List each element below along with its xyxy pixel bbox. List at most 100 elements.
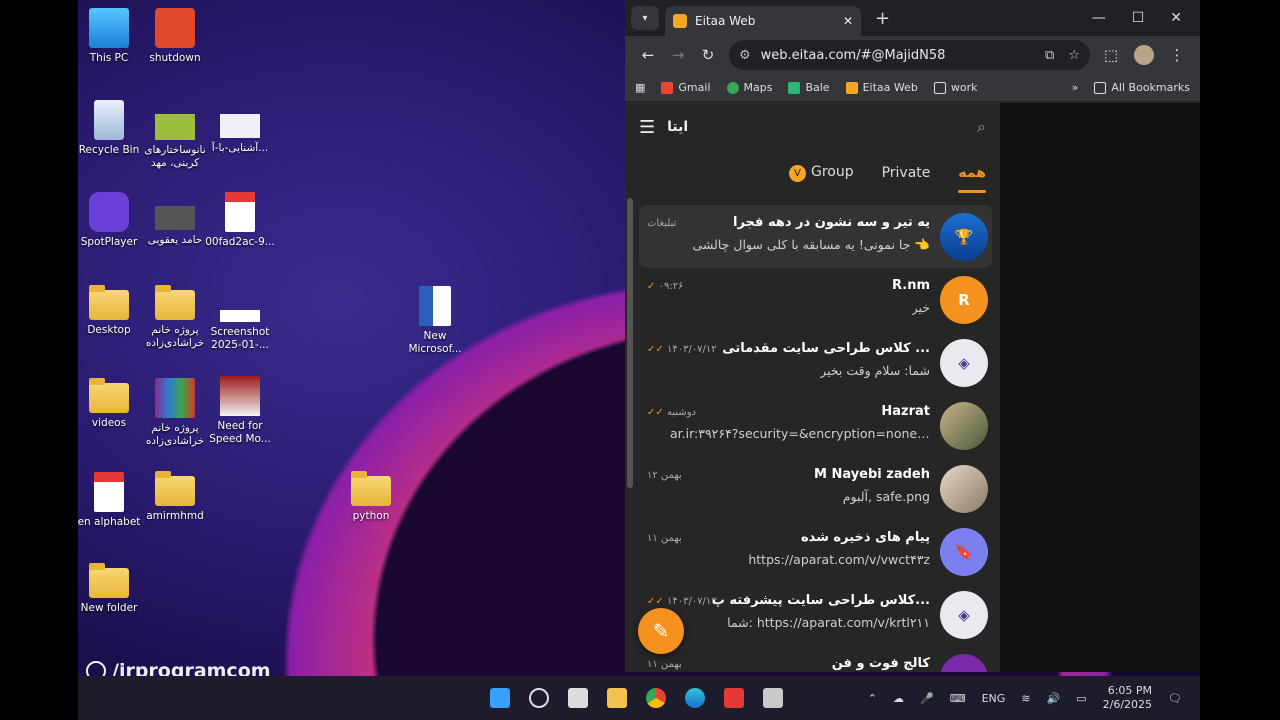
chat-name: کالج فوت و فن xyxy=(831,656,930,671)
language-indicator[interactable]: ENG xyxy=(982,692,1006,705)
all-bookmarks-button[interactable]: All Bookmarks xyxy=(1094,81,1190,94)
desktop-icon-python[interactable]: python xyxy=(334,471,408,523)
start-windows-icon[interactable] xyxy=(490,688,510,708)
chrome-icon[interactable] xyxy=(646,688,666,708)
chat-meta: ۱۱ بهمن xyxy=(647,659,682,670)
desktop-icon-nfs[interactable]: Need for Speed Mo... xyxy=(203,376,277,446)
app-header: ☰ ایتا ⌕ xyxy=(625,103,1000,151)
chat-name: کلاس طراحی سایت پیشرفته پ... xyxy=(711,593,930,608)
desktop-icon-pdf[interactable]: 00fad2ac-9... xyxy=(203,192,277,249)
folder-icon xyxy=(89,285,129,320)
desktop-icon-desktop-folder[interactable]: Desktop xyxy=(78,285,146,337)
bookmark-maps[interactable]: Maps xyxy=(726,81,772,94)
forward-icon[interactable]: → xyxy=(663,46,693,64)
keyboard-icon[interactable]: ⌨ xyxy=(950,692,966,705)
bookmark-star-icon[interactable]: ☆ xyxy=(1068,48,1080,63)
chat-row[interactable]: ✓✓ دوشنبه Hazrat ar.ir:۳۹۲۶۴?security=&e… xyxy=(639,394,992,457)
scrollbar[interactable] xyxy=(627,198,633,488)
pdf-icon xyxy=(225,192,255,232)
desktop-icon-label: پروژه خانم خراشادی‌زاده xyxy=(145,422,205,447)
menu-kebab-icon[interactable]: ⋮ xyxy=(1162,46,1192,64)
desktop-icon-word-doc[interactable]: New Microsof... xyxy=(398,286,472,356)
bookmark-label: Gmail xyxy=(678,81,711,94)
task-view-icon[interactable] xyxy=(568,688,588,708)
desktop-icon-image[interactable]: آشنایی-با-آ... xyxy=(203,114,277,155)
desktop-icon-en-alphabet[interactable]: en alphabet xyxy=(78,472,146,529)
desktop-icon-label: New Microsof... xyxy=(408,330,462,355)
chat-row[interactable]: ✓ ۰۹:۲۶ R.nm خیر R xyxy=(639,268,992,331)
double-check-icon: ✓✓ xyxy=(647,596,664,607)
bookmark-label: All Bookmarks xyxy=(1111,81,1190,94)
tab-group[interactable]: V Group xyxy=(788,160,854,186)
bale-icon xyxy=(788,81,801,94)
desktop-icon-this-pc[interactable]: This PC xyxy=(78,8,146,65)
apps-grid-icon[interactable]: ▦ xyxy=(635,81,645,94)
chat-name: M Nayebi zadeh xyxy=(813,467,930,482)
minimize-icon[interactable]: — xyxy=(1092,10,1106,26)
desktop-icon-screenshot[interactable]: Screenshot 2025-01-... xyxy=(203,300,277,352)
back-icon[interactable]: ← xyxy=(633,46,663,64)
trophy-avatar: 🏆 xyxy=(940,212,988,261)
search-icon[interactable] xyxy=(529,688,549,708)
tab-all[interactable]: همه xyxy=(958,161,986,193)
bookmark-work[interactable]: work xyxy=(933,81,977,94)
chat-meta: ✓✓ دوشنبه xyxy=(647,407,696,418)
tab-private[interactable]: Private xyxy=(882,161,931,185)
close-tab-icon[interactable]: ✕ xyxy=(843,14,853,28)
desktop-icon-label: Recycle Bin xyxy=(78,144,140,156)
hamburger-menu-icon[interactable]: ☰ xyxy=(639,117,655,138)
volume-icon[interactable]: 🔊 xyxy=(1047,692,1061,705)
desktop-icon-recycle-bin[interactable]: Recycle Bin xyxy=(78,100,146,157)
compose-button[interactable]: ✎ xyxy=(638,608,684,654)
desktop-icon-videos[interactable]: videos xyxy=(78,378,146,430)
battery-icon[interactable]: ▭ xyxy=(1076,692,1086,705)
game-icon xyxy=(220,376,260,416)
desktop-icon-new-folder[interactable]: New folder xyxy=(78,563,146,615)
chat-name: پیام های ذخیره شده xyxy=(800,530,930,545)
more-bookmarks-icon[interactable]: » xyxy=(1072,81,1079,94)
site-info-icon[interactable]: ⚙ xyxy=(739,48,751,63)
desktop-icon-amirmhmd[interactable]: amirmhmd xyxy=(138,471,212,523)
edge-icon[interactable] xyxy=(685,688,705,708)
desktop-icon-shutdown[interactable]: shutdown xyxy=(138,8,212,65)
chat-row[interactable]: ✓✓ ۱۴۰۳/۰۷/۱۲ کلاس طراحی سایت مقدماتی ..… xyxy=(639,331,992,394)
desktop-icon-spotplayer[interactable]: SpotPlayer xyxy=(78,192,146,249)
channel-avatar xyxy=(940,653,988,672)
close-window-icon[interactable]: ✕ xyxy=(1170,10,1182,26)
bookmark-bale[interactable]: Bale xyxy=(788,81,830,94)
wifi-icon[interactable]: ≋ xyxy=(1021,692,1030,705)
file-explorer-icon[interactable] xyxy=(607,688,627,708)
clock-date: 2/6/2025 xyxy=(1102,698,1153,711)
chevron-up-icon[interactable]: ⌃ xyxy=(868,692,877,705)
notification-icon[interactable]: 🗨 xyxy=(1168,692,1182,705)
acrobat-icon[interactable] xyxy=(724,688,744,708)
desktop-icon-pptx[interactable]: نانوساختارهای کربنی، مهد xyxy=(138,114,212,170)
desktop-icon-hamed[interactable]: حامد یعقوبی xyxy=(138,206,212,247)
bookmark-eitaa[interactable]: Eitaa Web xyxy=(845,81,918,94)
extensions-icon[interactable]: ⬚ xyxy=(1096,46,1126,64)
chat-row[interactable]: ۱۱ بهمن کالج فوت و فن xyxy=(639,646,992,672)
desktop-icon-label: حامد یعقوبی xyxy=(147,234,203,246)
microphone-icon[interactable]: 🎤 xyxy=(920,692,934,705)
cloud-icon[interactable]: ☁ xyxy=(893,692,904,705)
clock[interactable]: 6:05 PM 2/6/2025 xyxy=(1103,684,1152,712)
profile-avatar[interactable] xyxy=(1134,45,1154,65)
desktop-icon-rar[interactable]: پروژه خانم خراشادی‌زاده xyxy=(138,378,212,448)
new-tab-button[interactable]: + xyxy=(875,8,890,29)
chat-row[interactable]: ۱۲ بهمن M Nayebi zadeh آلبوم, safe.png xyxy=(639,457,992,520)
maximize-icon[interactable]: ☐ xyxy=(1132,10,1145,26)
desktop-icon-project-folder[interactable]: پروژه خانم خراشادی‌زاده xyxy=(138,285,212,350)
browser-tab[interactable]: Eitaa Web ✕ xyxy=(665,6,861,36)
address-bar[interactable]: ⚙ web.eitaa.com/#@MajidN58 ⧉ ☆ xyxy=(729,40,1090,70)
app-icon[interactable] xyxy=(763,688,783,708)
chat-row[interactable]: تبلیغات یه تیر و سه نشون در دهه فجرا جا … xyxy=(639,205,992,268)
bookmark-gmail[interactable]: Gmail xyxy=(661,81,711,94)
chat-row[interactable]: ✓✓ ۱۴۰۳/۰۷/۱۳ کلاس طراحی سایت پیشرفته پ.… xyxy=(639,583,992,646)
screen: This PC shutdown Recycle Bin نانوساختاره… xyxy=(78,0,1200,720)
reload-icon[interactable]: ↻ xyxy=(693,46,723,64)
chat-row[interactable]: ۱۱ بهمن پیام های ذخیره شده https://apara… xyxy=(639,520,992,583)
tab-search-button[interactable]: ▾ xyxy=(631,6,659,30)
search-icon[interactable]: ⌕ xyxy=(977,117,986,137)
install-app-icon[interactable]: ⧉ xyxy=(1045,48,1054,63)
image-file-icon xyxy=(220,310,260,322)
